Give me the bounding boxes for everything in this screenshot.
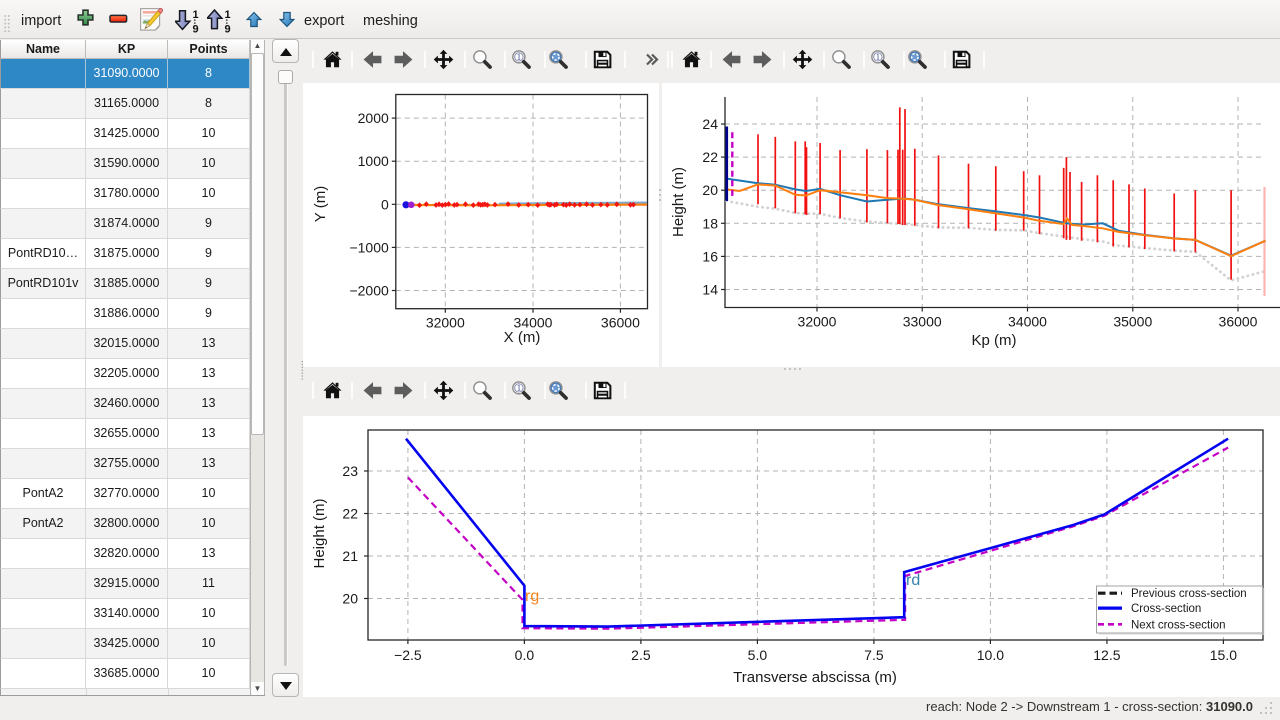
svg-text:0.0: 0.0 bbox=[515, 647, 535, 663]
svg-text:14: 14 bbox=[702, 282, 718, 298]
svg-text:Cross-section: Cross-section bbox=[1131, 603, 1201, 615]
svg-text:23: 23 bbox=[342, 463, 358, 479]
svg-text:1: 1 bbox=[193, 9, 199, 21]
svg-text:32000: 32000 bbox=[798, 314, 837, 330]
svg-text:35000: 35000 bbox=[1113, 314, 1152, 330]
svg-text:9: 9 bbox=[225, 24, 231, 34]
svg-text:−2000: −2000 bbox=[349, 283, 389, 299]
svg-text:34000: 34000 bbox=[1008, 314, 1047, 330]
svg-text:36000: 36000 bbox=[1219, 314, 1258, 330]
svg-text:21: 21 bbox=[342, 548, 358, 564]
svg-text:Transverse abscissa (m): Transverse abscissa (m) bbox=[733, 669, 897, 686]
svg-text:2000: 2000 bbox=[358, 110, 389, 126]
svg-text:−2.5: −2.5 bbox=[394, 647, 422, 663]
svg-text:18: 18 bbox=[702, 215, 718, 231]
svg-text:rd: rd bbox=[906, 572, 920, 589]
svg-text:X (m): X (m) bbox=[504, 329, 541, 346]
svg-text:20: 20 bbox=[702, 182, 718, 198]
svg-text:rg: rg bbox=[525, 588, 539, 605]
svg-text:5.0: 5.0 bbox=[748, 647, 768, 663]
svg-text:Y (m): Y (m) bbox=[312, 186, 329, 222]
svg-text:12.5: 12.5 bbox=[1093, 647, 1120, 663]
svg-text:1000: 1000 bbox=[358, 153, 389, 169]
svg-text:2.5: 2.5 bbox=[631, 647, 651, 663]
svg-text:−1000: −1000 bbox=[349, 239, 389, 255]
svg-text:16: 16 bbox=[702, 248, 718, 264]
svg-text:Next cross-section: Next cross-section bbox=[1131, 619, 1226, 631]
svg-text:9: 9 bbox=[193, 24, 199, 34]
svg-text:Height (m): Height (m) bbox=[670, 167, 687, 237]
svg-text:0: 0 bbox=[381, 196, 389, 212]
svg-text:20: 20 bbox=[342, 591, 358, 607]
svg-text:32000: 32000 bbox=[426, 315, 465, 331]
svg-text:36000: 36000 bbox=[601, 315, 640, 331]
svg-text:7.5: 7.5 bbox=[864, 647, 884, 663]
svg-text:24: 24 bbox=[702, 116, 718, 132]
svg-text:Previous cross-section: Previous cross-section bbox=[1131, 588, 1247, 600]
svg-text:10.0: 10.0 bbox=[977, 647, 1004, 663]
svg-text:1: 1 bbox=[225, 9, 231, 21]
svg-text:15.0: 15.0 bbox=[1210, 647, 1237, 663]
svg-text:33000: 33000 bbox=[903, 314, 942, 330]
svg-text:22: 22 bbox=[702, 149, 718, 165]
svg-text:Height (m): Height (m) bbox=[311, 498, 328, 568]
svg-text:22: 22 bbox=[342, 506, 358, 522]
svg-text:Kp (m): Kp (m) bbox=[972, 332, 1017, 349]
